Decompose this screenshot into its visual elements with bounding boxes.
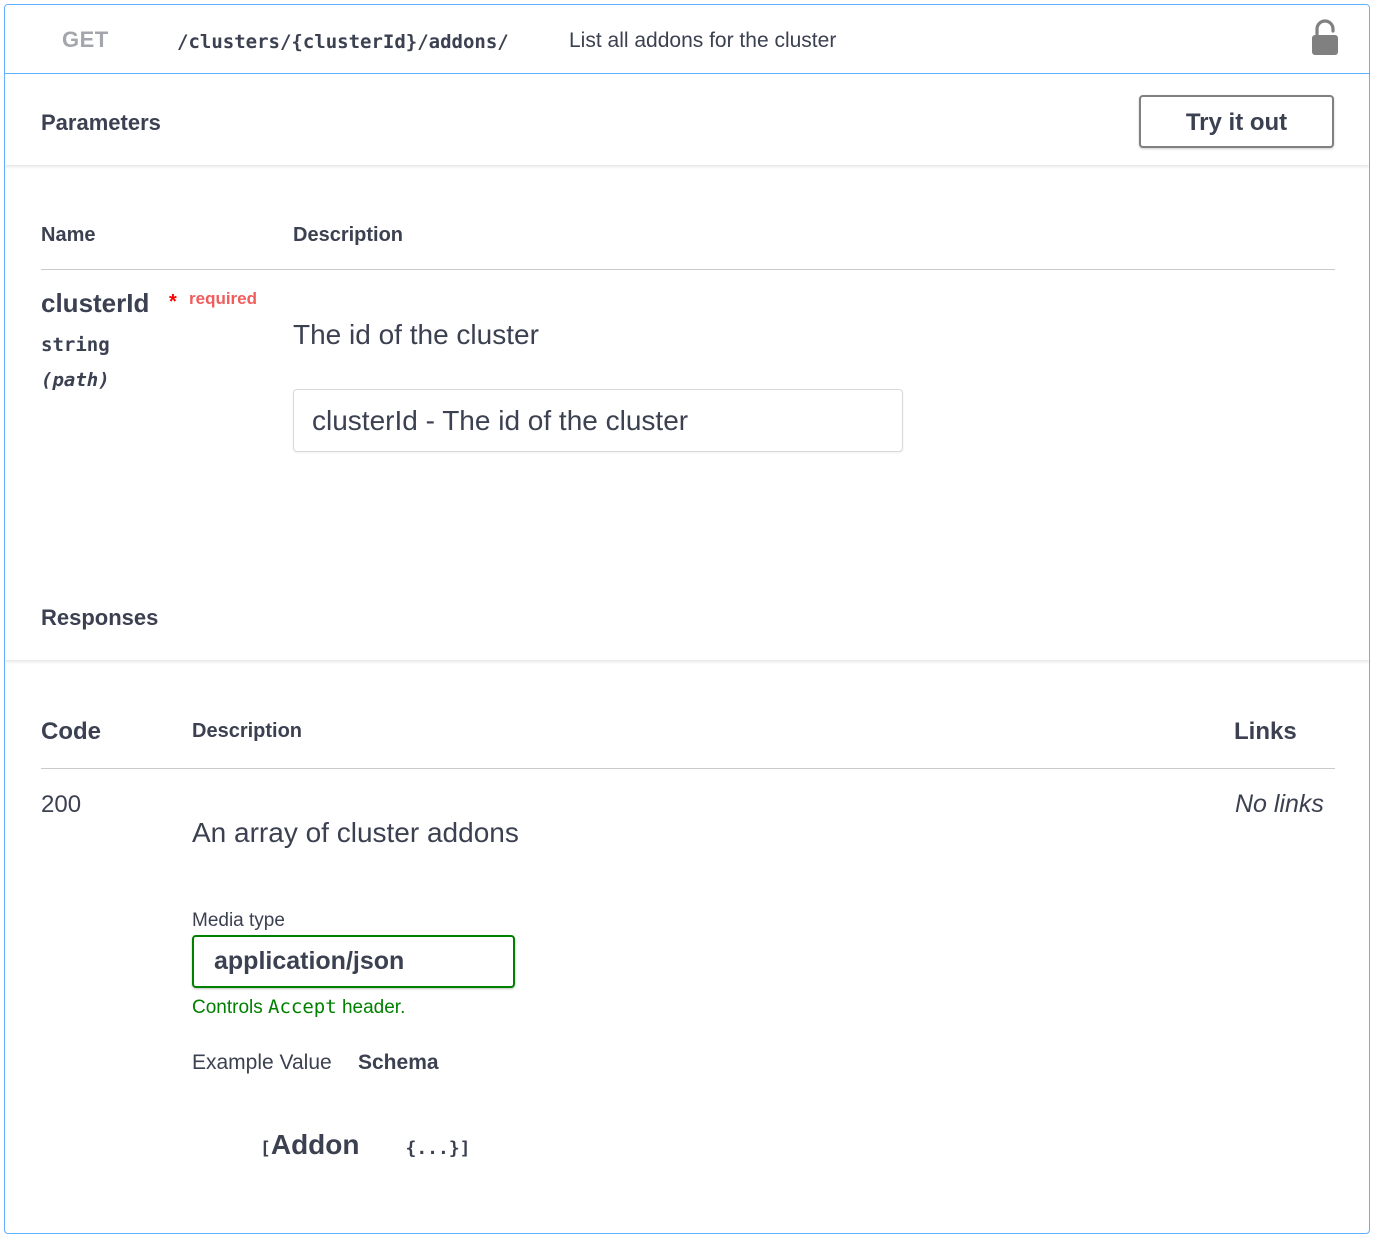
param-col-description: Description bbox=[293, 224, 404, 246]
accept-note-code: Accept bbox=[268, 996, 337, 1018]
schema-open-bracket: [ bbox=[260, 1138, 271, 1159]
param-table-divider bbox=[41, 269, 1335, 270]
schema-close-bracket: ] bbox=[459, 1138, 471, 1159]
response-code: 200 bbox=[41, 791, 82, 818]
endpoint-path: /clusters/{clusterId}/addons/ bbox=[177, 31, 509, 53]
model-expand-toggle[interactable]: {...} bbox=[405, 1138, 459, 1159]
parameter-description: The id of the cluster bbox=[293, 319, 539, 350]
operation-block: GET /clusters/{clusterId}/addons/ List a… bbox=[4, 4, 1370, 1234]
param-col-name: Name bbox=[41, 224, 96, 246]
accept-note-suffix: header. bbox=[341, 997, 406, 1018]
required-star: * bbox=[169, 291, 177, 313]
parameter-type: string bbox=[41, 334, 110, 356]
resp-col-links: Links bbox=[1234, 718, 1297, 745]
tab-example-value[interactable]: Example Value bbox=[192, 1051, 332, 1075]
operation-summary[interactable]: GET /clusters/{clusterId}/addons/ List a… bbox=[5, 5, 1369, 74]
cluster-id-input[interactable] bbox=[293, 389, 903, 452]
media-type-select[interactable]: application/json bbox=[192, 935, 515, 988]
response-description: An array of cluster addons bbox=[192, 817, 519, 848]
responses-header: Responses bbox=[5, 570, 1369, 660]
tab-schema[interactable]: Schema bbox=[358, 1051, 439, 1075]
media-type-label: Media type bbox=[192, 910, 285, 931]
parameters-header: Parameters Try it out bbox=[5, 75, 1369, 165]
schema-model-name[interactable]: Addon bbox=[271, 1129, 360, 1160]
schema-model: [Addon {...}] bbox=[260, 1129, 471, 1161]
operation-summary-text: List all addons for the cluster bbox=[569, 29, 837, 52]
try-it-out-button[interactable]: Try it out bbox=[1139, 95, 1334, 148]
resp-table-divider bbox=[41, 768, 1335, 769]
parameter-name: clusterId bbox=[41, 288, 150, 318]
accept-header-note: Controls Accept header. bbox=[192, 996, 405, 1019]
http-method: GET bbox=[62, 27, 109, 52]
response-links: No links bbox=[1235, 790, 1324, 818]
parameter-location: (path) bbox=[41, 369, 110, 391]
parameters-title: Parameters bbox=[41, 110, 161, 135]
accept-note-prefix: Controls bbox=[192, 997, 263, 1018]
unlocked-padlock-icon[interactable] bbox=[1311, 19, 1339, 57]
responses-title: Responses bbox=[41, 605, 159, 630]
required-label: required bbox=[189, 289, 258, 308]
resp-col-description: Description bbox=[192, 720, 303, 742]
resp-col-code: Code bbox=[41, 718, 101, 745]
